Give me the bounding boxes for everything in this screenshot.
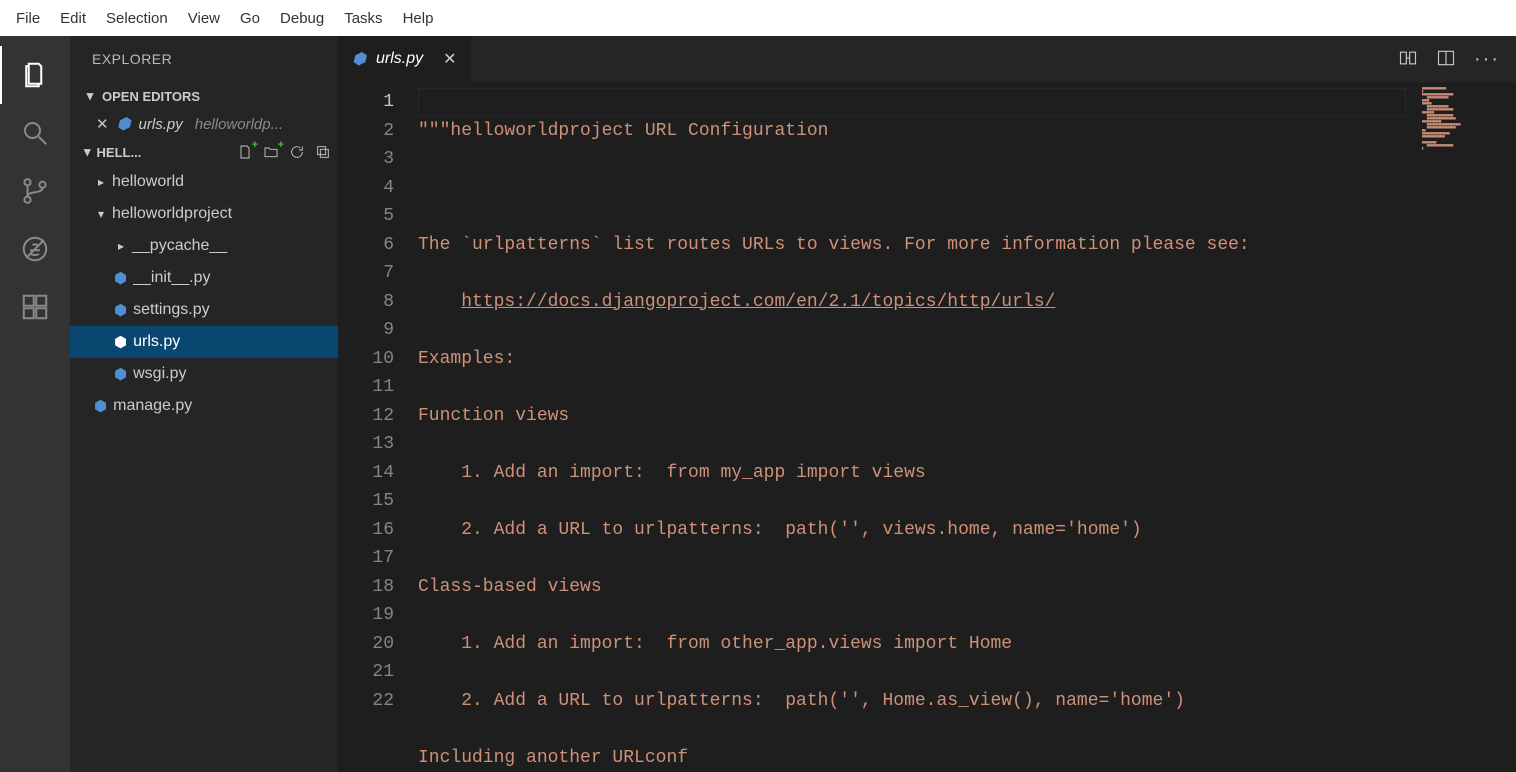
editor-body[interactable]: 1 2 3 4 5 6 7 8 9 10 11 12 13 14 15 16 1… [338, 82, 1516, 772]
python-icon: ⬢ [114, 333, 127, 351]
code-content[interactable]: """helloworldproject URL Configuration T… [418, 82, 1416, 772]
tree-file-urls[interactable]: ⬢ urls.py [70, 326, 338, 358]
chevron-right-icon: ▸ [114, 239, 128, 253]
refresh-icon[interactable] [288, 143, 306, 161]
python-icon: ⬢ [352, 49, 366, 69]
tree-folder-helloworld[interactable]: ▸ helloworld [70, 166, 338, 198]
menu-tasks[interactable]: Tasks [334, 4, 392, 33]
python-icon: ⬢ [117, 114, 131, 134]
menu-help[interactable]: Help [393, 4, 444, 33]
line-gutter: 1 2 3 4 5 6 7 8 9 10 11 12 13 14 15 16 1… [338, 82, 418, 772]
activity-explorer[interactable] [0, 46, 70, 104]
minimap[interactable]: ████████████████████ █ █████████████████… [1416, 82, 1516, 772]
tree-folder-pycache[interactable]: ▸ __pycache__ [70, 230, 338, 262]
tree-file-init[interactable]: ⬢ __init__.py [70, 262, 338, 294]
tree-file-manage[interactable]: ⬢ manage.py [70, 390, 338, 422]
menu-edit[interactable]: Edit [50, 4, 96, 33]
tree-item-label: __init__.py [133, 269, 210, 287]
menu-view[interactable]: View [178, 4, 230, 33]
open-editor-filename: urls.py [139, 116, 183, 133]
editor-actions: ··· [1382, 36, 1516, 82]
tree-item-label: wsgi.py [133, 365, 186, 383]
tab-label: urls.py [376, 50, 423, 68]
activity-bar [0, 36, 70, 772]
chevron-down-icon: ▾ [94, 207, 108, 221]
bug-slash-icon [20, 234, 50, 264]
close-icon[interactable]: ✕ [443, 49, 456, 69]
split-editor-icon[interactable] [1436, 48, 1456, 71]
open-editor-path-hint: helloworldp... [195, 116, 283, 133]
python-icon: ⬢ [114, 269, 127, 287]
project-header[interactable]: ▾ HELL... + + [70, 138, 338, 166]
python-icon: ⬢ [114, 301, 127, 319]
tree-item-label: settings.py [133, 301, 209, 319]
menubar: File Edit Selection View Go Debug Tasks … [0, 0, 1516, 36]
new-folder-icon[interactable]: + [262, 143, 280, 161]
project-name: HELL... [97, 145, 142, 160]
editor-area: ⬢ urls.py ✕ ··· 1 2 3 4 5 6 7 8 9 [338, 36, 1516, 772]
tree-item-label: helloworldproject [112, 205, 232, 223]
explorer-sidebar: EXPLORER ▾ OPEN EDITORS ✕ ⬢ urls.py hell… [70, 36, 338, 772]
explorer-title: EXPLORER [70, 36, 338, 82]
open-editor-item[interactable]: ✕ ⬢ urls.py helloworldp... [70, 110, 338, 138]
activity-source-control[interactable] [0, 162, 70, 220]
search-icon [20, 118, 50, 148]
tree-folder-helloworldproject[interactable]: ▾ helloworldproject [70, 198, 338, 230]
files-icon [20, 60, 50, 90]
activity-debug[interactable] [0, 220, 70, 278]
tree-item-label: __pycache__ [132, 237, 227, 255]
activity-search[interactable] [0, 104, 70, 162]
editor-tabs: ⬢ urls.py ✕ ··· [338, 36, 1516, 82]
more-actions-icon[interactable]: ··· [1474, 48, 1500, 71]
tab-urls[interactable]: ⬢ urls.py ✕ [338, 36, 472, 82]
menu-debug[interactable]: Debug [270, 4, 334, 33]
new-file-icon[interactable]: + [236, 143, 254, 161]
tree-item-label: helloworld [112, 173, 184, 191]
chevron-down-icon: ▾ [84, 88, 96, 104]
tree-file-wsgi[interactable]: ⬢ wsgi.py [70, 358, 338, 390]
open-editors-label: OPEN EDITORS [102, 89, 200, 104]
tree-item-label: manage.py [113, 397, 192, 415]
branch-icon [20, 176, 50, 206]
file-tree: ▸ helloworld ▾ helloworldproject ▸ __pyc… [70, 166, 338, 422]
close-icon[interactable]: ✕ [96, 115, 109, 133]
chevron-down-icon: ▾ [84, 144, 91, 160]
chevron-right-icon: ▸ [94, 175, 108, 189]
menu-file[interactable]: File [6, 4, 50, 33]
compare-changes-icon[interactable] [1398, 48, 1418, 71]
menu-go[interactable]: Go [230, 4, 270, 33]
python-icon: ⬢ [114, 365, 127, 383]
collapse-all-icon[interactable] [314, 143, 332, 161]
tree-item-label: urls.py [133, 333, 180, 351]
docs-link[interactable]: https://docs.djangoproject.com/en/2.1/to… [461, 292, 1055, 312]
python-icon: ⬢ [94, 397, 107, 415]
tree-file-settings[interactable]: ⬢ settings.py [70, 294, 338, 326]
project-header-actions: + + [236, 143, 332, 161]
extensions-icon [20, 292, 50, 322]
activity-extensions[interactable] [0, 278, 70, 336]
open-editors-header[interactable]: ▾ OPEN EDITORS [70, 82, 338, 110]
workbench: EXPLORER ▾ OPEN EDITORS ✕ ⬢ urls.py hell… [0, 36, 1516, 772]
menu-selection[interactable]: Selection [96, 4, 178, 33]
